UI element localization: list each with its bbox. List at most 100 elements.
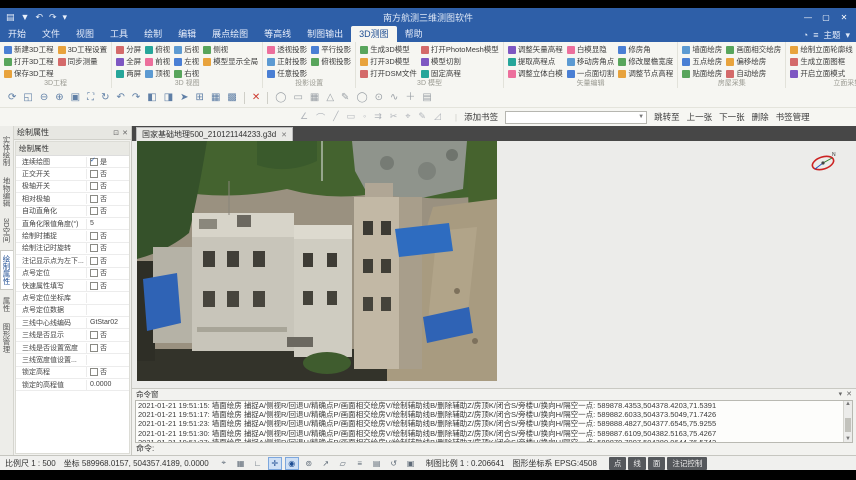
menu-tab-文件[interactable]: 文件 [34, 26, 68, 42]
menu-tab-工具[interactable]: 工具 [102, 26, 136, 42]
model-space-icon[interactable]: ▣ [404, 457, 418, 470]
document-tab[interactable]: 国家基础地理500_210121144233.g3d ✕ [136, 127, 293, 141]
bookmark-combobox[interactable]: ▼ [505, 111, 647, 124]
property-value[interactable]: 否 [87, 256, 129, 266]
bookmark-next-button[interactable]: 下一张 [719, 111, 745, 123]
ribbon-item[interactable]: 正射投影 [267, 56, 307, 67]
fit-view-icon[interactable]: ◱ [23, 93, 32, 103]
ribbon-item[interactable]: 俯视 [145, 44, 170, 55]
select-cycle-icon[interactable]: ↺ [387, 457, 401, 470]
checkbox-icon[interactable] [90, 207, 98, 215]
pointer-icon[interactable]: ➤ [180, 93, 188, 103]
menu-tab-3D测图[interactable]: 3D测图 [351, 26, 397, 42]
tin-icon[interactable]: △ [326, 93, 334, 103]
line-icon[interactable]: ╱ [333, 111, 338, 124]
menu-tab-帮助[interactable]: 帮助 [397, 26, 431, 42]
prev-image-icon[interactable]: ◧ [147, 93, 156, 103]
property-value[interactable]: 否 [87, 231, 129, 241]
bookmark-prev-button[interactable]: 上一张 [687, 111, 713, 123]
quick-props-icon[interactable]: ▤ [370, 457, 384, 470]
redo-icon[interactable]: ↷ [49, 12, 57, 23]
side-tab-图形管理[interactable]: 图形管理 [0, 319, 13, 357]
ribbon-item[interactable]: 前视 [145, 56, 170, 67]
checkbox-icon[interactable] [90, 232, 98, 240]
maximize-button[interactable]: ▢ [818, 13, 834, 22]
checkbox-icon[interactable] [90, 269, 98, 277]
offset-icon[interactable]: ⇉ [374, 111, 382, 124]
pencil-icon[interactable]: ✎ [418, 111, 426, 124]
rect-icon[interactable]: ▭ [347, 111, 356, 124]
checkbox-icon[interactable] [90, 282, 98, 290]
close-icon[interactable]: ✕ [846, 390, 852, 398]
side-tab-属性[interactable]: 属性 [0, 293, 13, 316]
ribbon-item[interactable]: 左视 [174, 56, 199, 67]
status-toggle-线[interactable]: 线 [628, 457, 646, 470]
theme-button[interactable]: 主题 [823, 29, 840, 41]
ribbon-item[interactable]: 生成立面图框 [790, 56, 853, 67]
ribbon-item[interactable]: 打开3D模型 [360, 56, 417, 67]
log-scrollbar[interactable]: ▲ ▼ [843, 401, 852, 442]
side-tab-绘制属性[interactable]: 绘制属性 [0, 250, 13, 290]
ribbon-item[interactable]: 透视投影 [267, 44, 307, 55]
mask-icon[interactable]: ◯ [275, 93, 286, 103]
menu-tab-展点绘图[interactable]: 展点绘图 [204, 26, 256, 42]
slope-icon[interactable]: ◿ [434, 111, 441, 124]
bookmark-jump-button[interactable]: 跳转至 [654, 111, 680, 123]
mesh-icon[interactable]: ▦ [310, 93, 319, 103]
checkbox-icon[interactable] [90, 158, 98, 166]
ribbon-item[interactable]: 分屏 [116, 44, 141, 55]
property-value[interactable]: 否 [87, 181, 129, 191]
trim-icon[interactable]: ✂ [390, 111, 398, 124]
ribbon-item[interactable]: 模型切割 [421, 56, 499, 67]
refresh-icon[interactable]: ⟳ [8, 93, 16, 103]
crosshair-icon[interactable]: ⌖ [217, 457, 231, 470]
menu-tab-编辑[interactable]: 编辑 [170, 26, 204, 42]
ribbon-item[interactable]: 新建3D工程 [4, 44, 54, 55]
side-tab-3D空间[interactable]: 3D空间 [0, 214, 13, 247]
ribbon-item[interactable]: 全屏 [116, 56, 141, 67]
minimize-button[interactable]: — [800, 13, 816, 22]
zoom-in-icon[interactable]: ⊕ [55, 93, 63, 103]
ribbon-item[interactable]: 偏移绘房 [726, 56, 781, 67]
add-bookmark-button[interactable]: 添加书签 [464, 111, 498, 123]
property-value[interactable]: 否 [87, 367, 129, 377]
property-value[interactable]: 否 [87, 281, 129, 291]
ribbon-item[interactable]: 移动房角点 [567, 56, 615, 67]
ribbon-item[interactable]: 生成3D模型 [360, 44, 417, 55]
grid-icon[interactable]: ▦ [234, 457, 248, 470]
property-value[interactable]: 否 [87, 330, 129, 340]
select-area-icon[interactable]: ▣ [71, 93, 80, 103]
property-value[interactable]: 否 [87, 243, 129, 253]
fullscreen-icon[interactable]: ⛶ [87, 93, 94, 103]
capture-icon[interactable]: ▦ [211, 93, 220, 103]
command-log[interactable]: 2021-01-21 19:51:15: 墙面绘房 捕捉A/侧视R/回退U/精确… [135, 400, 853, 443]
viewport-3d-scene[interactable] [137, 141, 497, 381]
orientation-gizmo[interactable]: N [808, 150, 838, 176]
close-icon[interactable]: ✕ [122, 129, 128, 137]
property-value[interactable]: 0.0000 [87, 381, 129, 388]
save-view-icon[interactable]: ⊞ [196, 93, 204, 103]
zoom-out-icon[interactable]: ⊖ [40, 93, 48, 103]
search-icon[interactable]: ⊙ [375, 93, 383, 103]
ribbon-item[interactable]: 画面相交绘房 [726, 44, 781, 55]
ribbon-item[interactable]: 打开PhotoMesh模型 [421, 44, 499, 55]
redo-icon[interactable]: ↷ [132, 93, 140, 103]
menu-tab-开始[interactable]: 开始 [0, 26, 34, 42]
polyline-icon[interactable]: ∿ [390, 93, 398, 103]
ribbon-item[interactable]: 提取高程点 [508, 56, 563, 67]
bookmark-manage-button[interactable]: 书签管理 [776, 111, 810, 123]
layers-icon[interactable]: ▩ [227, 93, 236, 103]
property-value[interactable]: GtStar02 [87, 319, 129, 326]
user-icon[interactable]: ◔ [803, 30, 808, 40]
ribbon-item[interactable]: 侧视 [203, 44, 258, 55]
property-value[interactable]: 是 [87, 157, 129, 167]
property-value[interactable]: 否 [87, 268, 129, 278]
bookmark-delete-button[interactable]: 删除 [752, 111, 769, 123]
hamburger-icon[interactable]: ≡ [813, 30, 818, 40]
checkbox-icon[interactable] [90, 344, 98, 352]
dyn-input-icon[interactable]: ▱ [336, 457, 350, 470]
monitor-icon[interactable]: ▤ [422, 93, 431, 103]
ribbon-item[interactable]: 五点绘房 [682, 56, 722, 67]
add-point-icon[interactable]: ＋ [405, 93, 415, 103]
property-value[interactable]: 否 [87, 194, 129, 204]
